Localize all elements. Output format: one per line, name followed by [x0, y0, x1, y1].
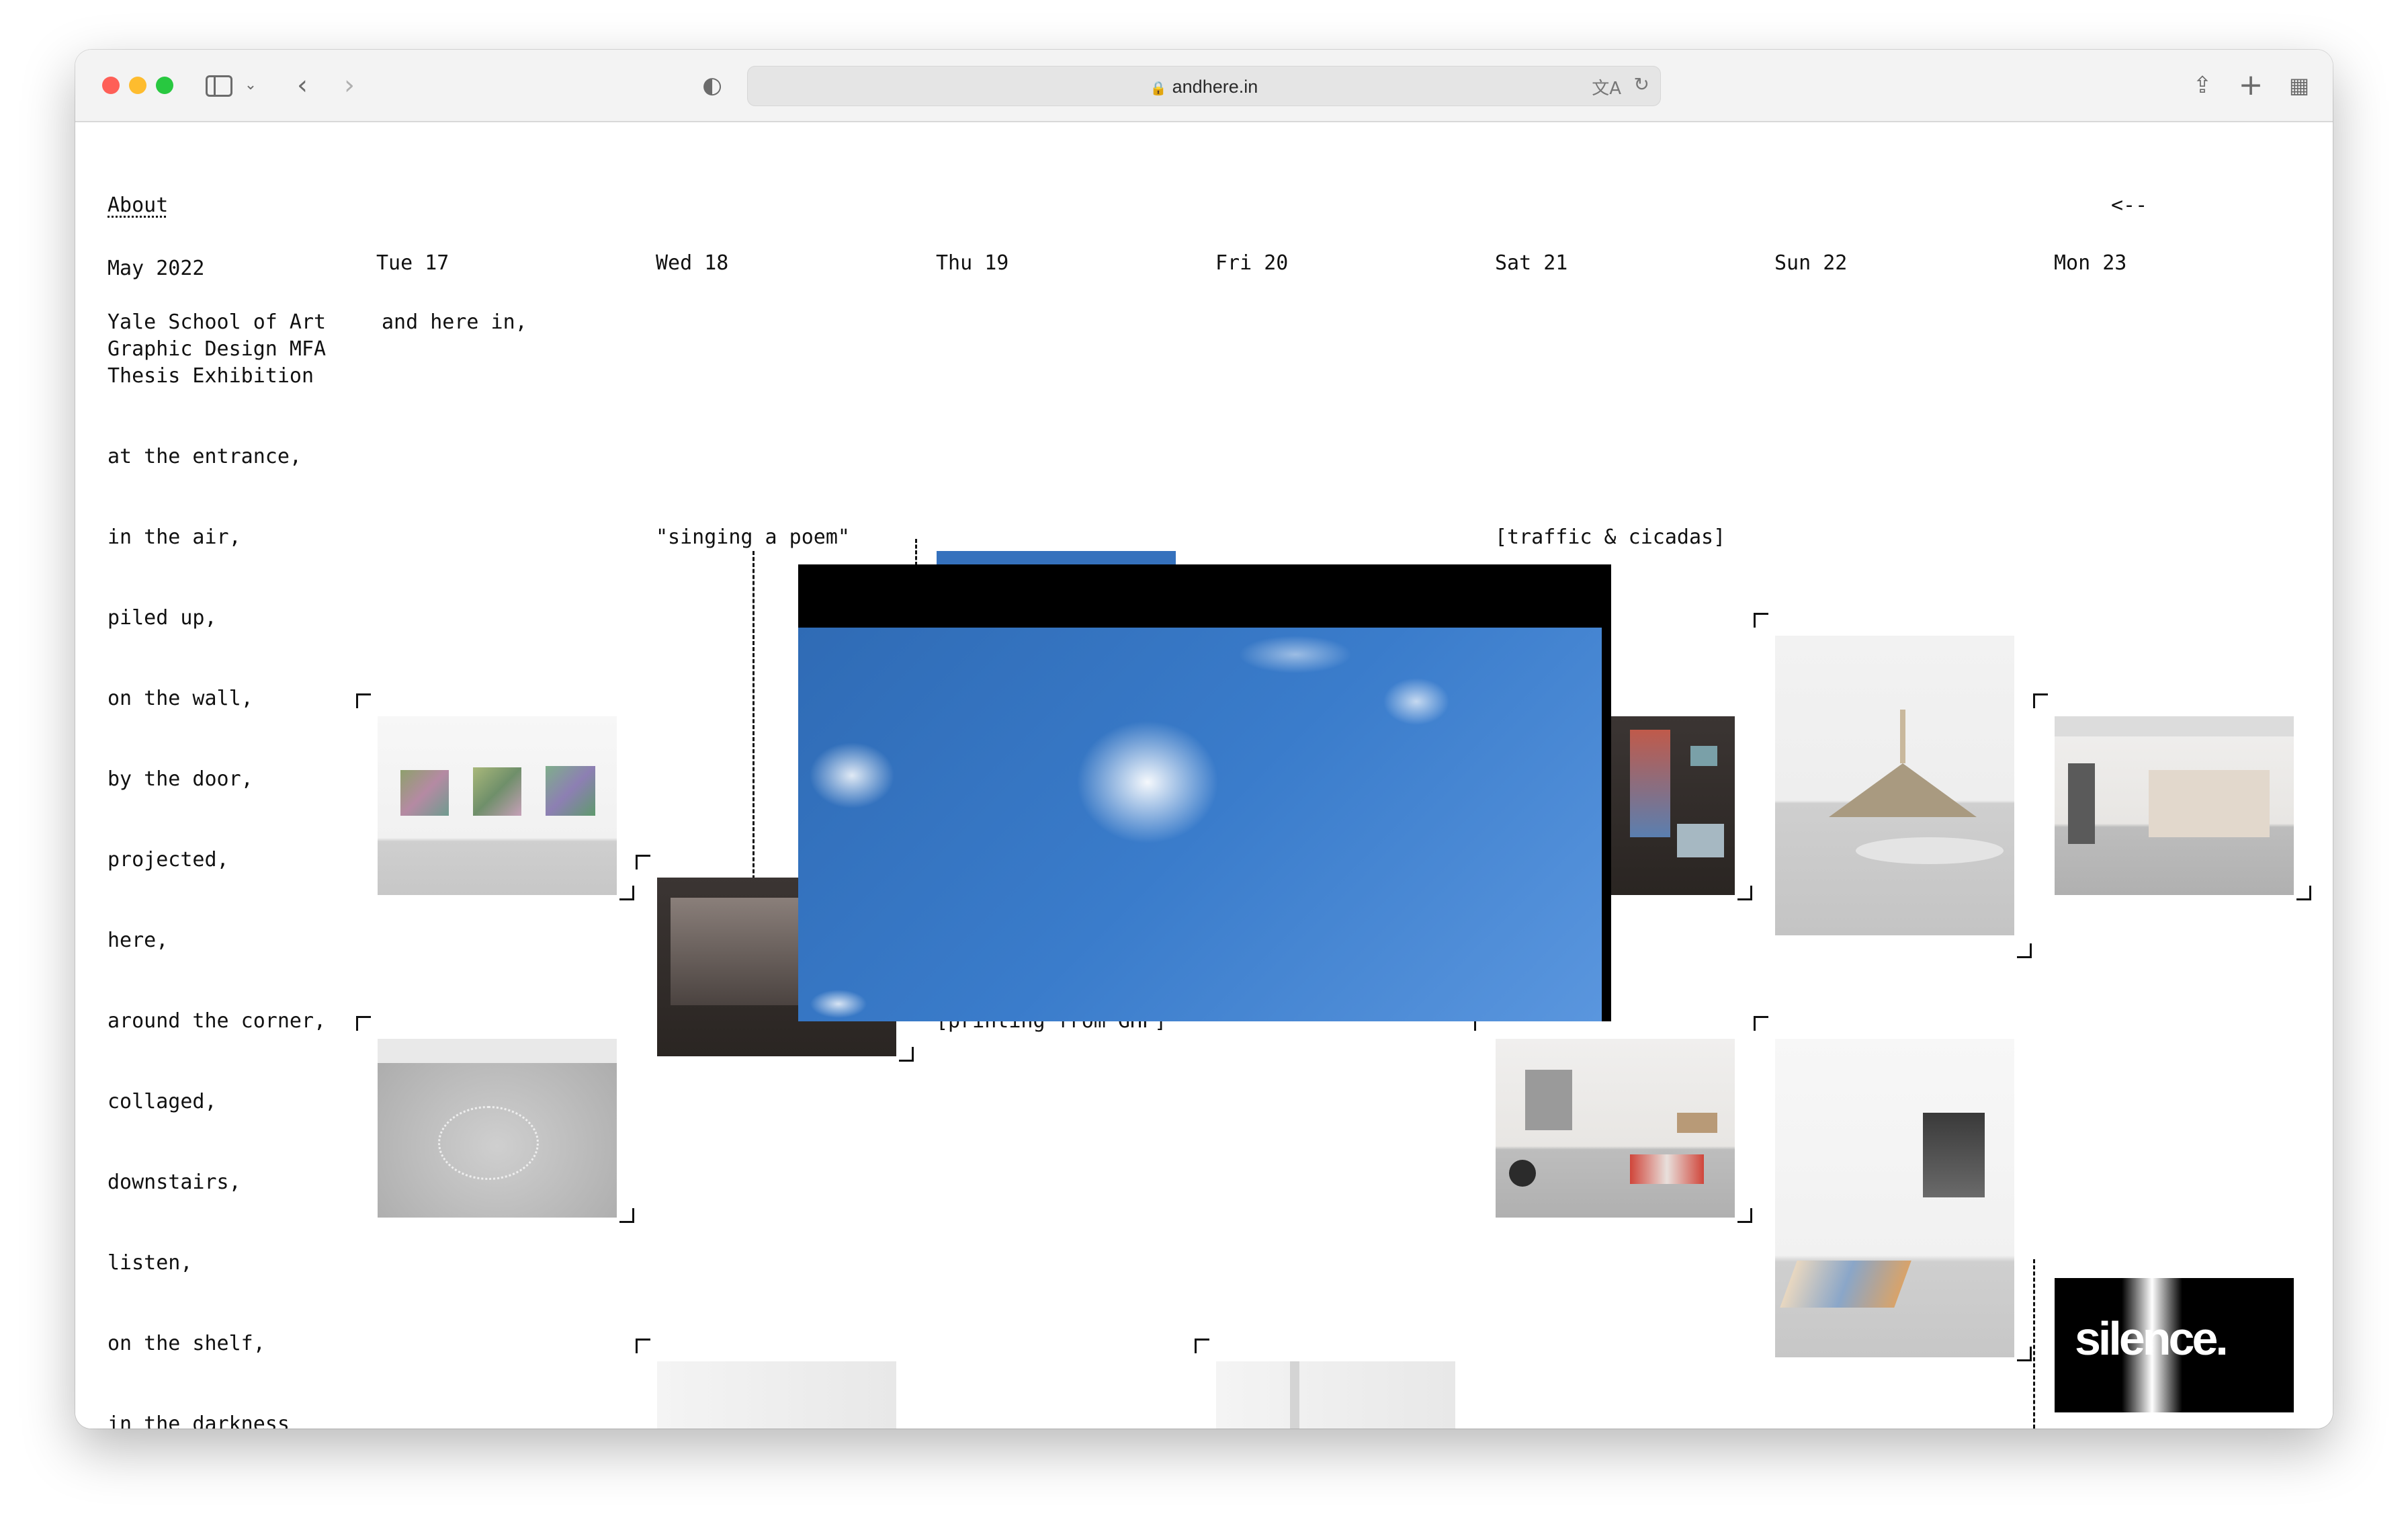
- day-header: Mon 23: [2054, 251, 2127, 275]
- exhibition-photo[interactable]: [1216, 1361, 1455, 1429]
- location-label[interactable]: listen,: [108, 1250, 192, 1277]
- frame-corner: [636, 1339, 650, 1353]
- frame-corner: [619, 1208, 634, 1223]
- frame-corner: [636, 855, 650, 869]
- location-label[interactable]: in the air,: [108, 524, 241, 551]
- audio-caption[interactable]: [traffic & cicadas]: [1495, 524, 1725, 551]
- sidebar-icon[interactable]: [206, 75, 232, 97]
- frame-corner: [2033, 693, 2048, 708]
- exhibition-photo[interactable]: [378, 1039, 617, 1218]
- exhibition-photo[interactable]: [378, 716, 617, 895]
- dashed-marker: [2033, 1259, 2035, 1429]
- browser-window: ⌄ ‹ › ◐ 🔒 andhere.in 文A ↻ ⇪ + ▦ About <--…: [75, 50, 2333, 1429]
- day-header: Fri 20: [1215, 251, 1289, 275]
- chevron-left-icon[interactable]: ‹: [289, 70, 316, 101]
- location-label[interactable]: on the wall,: [108, 685, 253, 712]
- reload-icon[interactable]: ↻: [1634, 73, 1649, 95]
- sky-video-frame: [798, 628, 1602, 1021]
- location-label[interactable]: by the door,: [108, 766, 253, 793]
- url-text: andhere.in: [1172, 77, 1258, 97]
- exhibition-photo[interactable]: [2055, 716, 2294, 895]
- close-window-button[interactable]: [102, 77, 120, 94]
- location-label[interactable]: collaged,: [108, 1089, 217, 1115]
- intro-line: Graphic Design MFA: [108, 337, 327, 361]
- day-header: Sun 22: [1774, 251, 1848, 275]
- frame-corner: [899, 1047, 914, 1062]
- dashed-marker: [915, 539, 917, 566]
- location-label[interactable]: here,: [108, 927, 168, 954]
- frame-corner: [1754, 613, 1768, 628]
- back-arrow-link[interactable]: <--: [2111, 192, 2147, 219]
- silence-text: silence.: [2075, 1312, 2229, 1365]
- dashed-marker: [752, 551, 755, 927]
- sky-video-player[interactable]: [798, 564, 1611, 1021]
- url-text-container: 🔒 andhere.in: [748, 67, 1660, 107]
- exhibition-photo[interactable]: [1775, 636, 2014, 935]
- address-bar[interactable]: 🔒 andhere.in 文A ↻: [747, 66, 1661, 106]
- day-header: Wed 18: [656, 251, 729, 275]
- about-link[interactable]: About: [108, 192, 168, 219]
- frame-corner: [1195, 1339, 1209, 1353]
- frame-corner: [619, 886, 634, 900]
- frame-corner: [1754, 1016, 1768, 1031]
- location-label[interactable]: downstairs,: [108, 1169, 241, 1196]
- intro-line: Yale School of Art: [108, 310, 327, 334]
- day-header: Tue 17: [376, 251, 449, 275]
- translate-icon[interactable]: 文A: [1592, 75, 1621, 99]
- frame-corner: [2296, 886, 2311, 900]
- frame-corner: [2017, 943, 2032, 958]
- location-label[interactable]: on the shelf,: [108, 1330, 265, 1357]
- exhibition-photo[interactable]: [1775, 1039, 2014, 1357]
- frame-corner: [1737, 886, 1752, 900]
- page-content: About <-- May 2022 Tue 17 Wed 18 Thu 19 …: [75, 124, 2333, 1429]
- shield-icon[interactable]: ◐: [700, 70, 724, 101]
- location-label[interactable]: around the corner,: [108, 1008, 326, 1035]
- exhibition-photo[interactable]: silence.: [2055, 1278, 2294, 1412]
- intro-line: Thesis Exhibition: [108, 364, 314, 388]
- day-header: Thu 19: [936, 251, 1009, 275]
- tab-overview-icon[interactable]: ▦: [2286, 70, 2313, 101]
- share-icon[interactable]: ⇪: [2189, 70, 2216, 101]
- frame-corner: [2017, 1347, 2032, 1361]
- exhibition-photo[interactable]: [1496, 1039, 1735, 1218]
- chevron-right-icon[interactable]: ›: [336, 70, 363, 101]
- audio-caption[interactable]: "singing a poem": [656, 524, 850, 551]
- location-label[interactable]: piled up,: [108, 605, 217, 632]
- frame-corner: [356, 693, 371, 708]
- location-label[interactable]: projected,: [108, 847, 229, 874]
- frame-corner: [356, 1016, 371, 1031]
- exhibition-photo[interactable]: [657, 1361, 896, 1429]
- frame-corner: [1737, 1208, 1752, 1223]
- plus-icon[interactable]: +: [2237, 70, 2264, 101]
- lock-icon: 🔒: [1150, 81, 1167, 96]
- location-label[interactable]: in the darkness: [108, 1411, 290, 1429]
- day-header: Sat 21: [1495, 251, 1568, 275]
- browser-toolbar: ⌄ ‹ › ◐ 🔒 andhere.in 文A ↻ ⇪ + ▦: [75, 50, 2333, 122]
- intro-tagline: and here in,: [382, 310, 527, 334]
- month-label: May 2022: [108, 257, 205, 280]
- zoom-window-button[interactable]: [156, 77, 173, 94]
- minimize-window-button[interactable]: [129, 77, 146, 94]
- chevron-down-icon[interactable]: ⌄: [242, 70, 259, 101]
- location-label[interactable]: at the entrance,: [108, 443, 302, 470]
